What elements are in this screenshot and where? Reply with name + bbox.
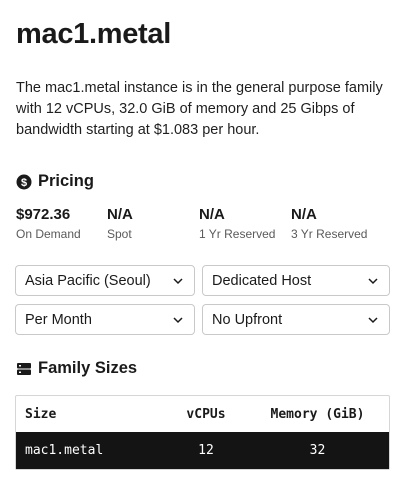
price-on-demand: $972.36 On Demand	[16, 206, 81, 242]
family-sizes-table: Size vCPUs Memory (GiB) mac1.metal 12 32	[15, 395, 390, 470]
price-value: $972.36	[16, 206, 71, 223]
cell-size: mac1.metal	[25, 443, 104, 458]
page-title: mac1.metal	[16, 18, 171, 50]
family-sizes-heading: Family Sizes	[16, 359, 137, 378]
price-1yr-reserved: N/A 1 Yr Reserved	[199, 206, 275, 242]
price-3yr-reserved: N/A 3 Yr Reserved	[291, 206, 367, 242]
table-header: Size vCPUs Memory (GiB)	[16, 396, 389, 432]
svg-text:$: $	[21, 177, 27, 189]
tenancy-select[interactable]: Dedicated Host	[202, 265, 390, 296]
pricing-heading-label: Pricing	[38, 172, 94, 190]
payment-option-select-value: No Upfront	[212, 311, 283, 328]
period-select[interactable]: Per Month	[15, 304, 195, 335]
chevron-down-icon	[173, 277, 183, 284]
chevron-down-icon	[368, 277, 378, 284]
column-header-vcpus: vCPUs	[186, 406, 226, 422]
server-icon	[17, 362, 31, 375]
cell-vcpus: 12	[198, 443, 214, 458]
payment-option-select[interactable]: No Upfront	[202, 304, 390, 335]
pricing-heading: $ Pricing	[16, 172, 94, 191]
price-value: N/A	[199, 206, 225, 223]
price-label: Spot	[107, 227, 132, 241]
price-value: N/A	[107, 206, 133, 223]
cell-memory: 32	[309, 443, 326, 458]
price-label: On Demand	[16, 227, 81, 241]
chevron-down-icon	[368, 316, 378, 323]
price-spot: N/A Spot	[107, 206, 133, 242]
column-header-memory: Memory (GiB)	[270, 406, 365, 422]
region-select-value: Asia Pacific (Seoul)	[25, 272, 151, 289]
price-value: N/A	[291, 206, 317, 223]
family-sizes-heading-label: Family Sizes	[38, 359, 138, 377]
table-row[interactable]: mac1.metal 12 32	[16, 432, 389, 469]
region-select[interactable]: Asia Pacific (Seoul)	[15, 265, 195, 296]
price-label: 1 Yr Reserved	[199, 227, 276, 241]
period-select-value: Per Month	[25, 311, 92, 328]
dollar-circle-icon: $	[16, 174, 32, 189]
tenancy-select-value: Dedicated Host	[212, 272, 312, 289]
price-label: 3 Yr Reserved	[291, 227, 368, 241]
column-header-size: Size	[25, 406, 57, 422]
pricing-summary: $972.36 On Demand N/A Spot N/A 1 Yr Rese…	[16, 206, 396, 246]
instance-description: The mac1.metal instance is in the genera…	[16, 80, 383, 138]
chevron-down-icon	[173, 316, 183, 323]
